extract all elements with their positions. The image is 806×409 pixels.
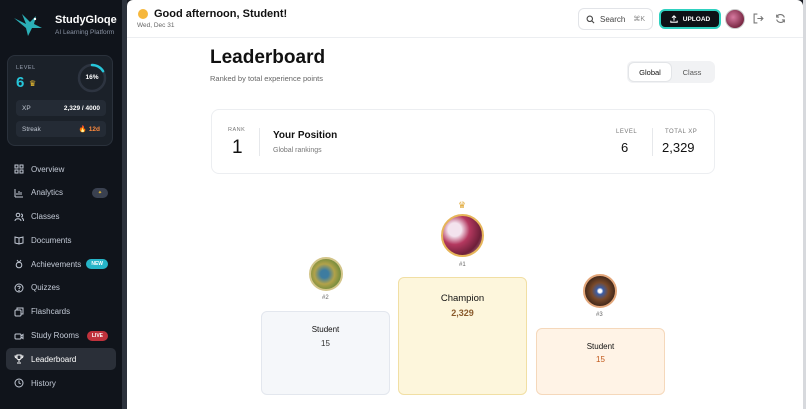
medal-icon — [13, 259, 24, 270]
second-place-name: Student — [311, 325, 340, 334]
sidebar-item-label: Analytics — [31, 188, 64, 198]
brand-name: StudyGloqe — [55, 14, 117, 26]
streak-label: Streak — [22, 125, 41, 133]
sidebar-item-label: Flashcards — [31, 307, 71, 317]
video-icon — [13, 330, 24, 341]
users-icon — [13, 211, 24, 222]
level-progress-text: 16% — [85, 74, 99, 81]
ai-badge: ✦ — [92, 187, 108, 198]
third-place-xp: 15 — [596, 355, 605, 364]
xp-row: XP 2,329 / 4000 — [16, 100, 106, 116]
sidebar-item-label: Quizzes — [31, 283, 60, 293]
streak-row: Streak 🔥 12d — [16, 121, 106, 137]
crown-icon: ♛ — [29, 79, 37, 88]
xp-value: 2,329 / 4000 — [63, 104, 100, 112]
user-avatar[interactable] — [725, 9, 745, 29]
chart-icon — [13, 187, 24, 198]
sidebar-item-study-rooms[interactable]: Study Rooms LIVE — [6, 325, 116, 347]
rank-label: RANK — [228, 127, 246, 133]
second-place-avatar[interactable] — [309, 257, 343, 291]
sun-emoji-icon — [138, 9, 148, 19]
grid-icon — [13, 164, 24, 175]
total-xp-label: TOTAL XP — [665, 129, 698, 135]
top-bar: Good afternoon, Student! Wed, Dec 31 Sea… — [127, 0, 803, 38]
scope-toggle: Global Class — [627, 61, 715, 83]
sidebar-item-label: History — [31, 378, 56, 388]
search-label: Search — [600, 14, 626, 24]
sidebar-item-label: Classes — [31, 212, 60, 222]
new-badge: NEW — [86, 259, 108, 270]
first-place-rank: #1 — [459, 262, 466, 268]
third-place-name: Student — [586, 342, 615, 351]
sidebar-item-label: Study Rooms — [31, 331, 80, 341]
second-place-xp: 15 — [321, 339, 330, 348]
rank-value: 1 — [232, 137, 243, 158]
third-place-avatar[interactable] — [583, 274, 617, 308]
current-date: Wed, Dec 31 — [137, 22, 175, 29]
sidebar-item-label: Leaderboard — [31, 354, 77, 364]
cards-icon — [13, 306, 24, 317]
sidebar-item-flashcards[interactable]: Flashcards — [6, 301, 116, 323]
sidebar-item-label: Documents — [31, 235, 72, 245]
sidebar-item-history[interactable]: History — [6, 372, 116, 394]
sidebar-item-documents[interactable]: Documents — [6, 229, 116, 251]
upload-icon — [670, 15, 678, 23]
refresh-icon[interactable] — [775, 13, 786, 24]
first-place-name: Champion — [440, 293, 485, 304]
sidebar-item-label: Overview — [31, 164, 65, 174]
first-place-xp: 2,329 — [451, 308, 474, 318]
streak-value: 🔥 12d — [78, 126, 100, 133]
sidebar-item-analytics[interactable]: Analytics ✦ — [6, 182, 116, 204]
live-badge: LIVE — [86, 330, 108, 341]
sidebar-item-label: Achievements — [31, 259, 82, 269]
second-place-rank: #2 — [322, 295, 329, 301]
search-shortcut: ⌘K — [633, 16, 646, 23]
crown-icon: ♛ — [458, 200, 467, 210]
sidebar-item-leaderboard[interactable]: Leaderboard — [6, 348, 116, 371]
tab-class[interactable]: Class — [671, 63, 713, 81]
sidebar-item-overview[interactable]: Overview — [6, 158, 116, 180]
second-place-podium[interactable]: Student 15 — [261, 311, 390, 395]
level-label: LEVEL — [616, 129, 638, 135]
upload-label: UPLOAD — [682, 15, 711, 23]
position-title: Your Position — [273, 130, 338, 141]
first-place-avatar[interactable] — [441, 214, 484, 257]
main-content: Good afternoon, Student! Wed, Dec 31 Sea… — [127, 0, 803, 409]
help-circle-icon — [13, 282, 24, 293]
brand[interactable]: StudyGloqe AI Learning Platform — [12, 10, 117, 40]
sidebar-item-quizzes[interactable]: Quizzes — [6, 277, 116, 299]
third-place-rank: #3 — [596, 312, 603, 318]
first-place-podium[interactable]: Champion 2,329 — [398, 277, 527, 395]
search-button[interactable]: Search ⌘K — [578, 8, 653, 30]
page-subtitle: Ranked by total experience points — [210, 74, 323, 83]
greeting-text: Good afternoon, Student! — [154, 8, 288, 20]
total-xp-value: 2,329 — [662, 140, 695, 155]
book-icon — [13, 235, 24, 246]
divider — [259, 128, 260, 156]
level-number: 6 — [16, 74, 25, 91]
tab-global[interactable]: Global — [629, 63, 671, 81]
hummingbird-logo-icon — [14, 14, 42, 36]
sidebar-item-classes[interactable]: Classes — [6, 206, 116, 228]
level-value: 6 — [621, 140, 629, 155]
sidebar: StudyGloqe AI Learning Platform LEVEL 6 … — [0, 0, 126, 409]
flame-icon: 🔥 — [78, 126, 87, 133]
sidebar-nav: Overview Analytics ✦ Classes Documents A… — [6, 158, 116, 396]
position-subtitle: Global rankings — [273, 147, 322, 154]
page-title: Leaderboard — [210, 47, 326, 68]
divider — [652, 128, 653, 156]
greeting: Good afternoon, Student! — [138, 8, 287, 20]
upload-button[interactable]: UPLOAD — [659, 9, 721, 29]
clock-icon — [13, 378, 24, 389]
xp-label: XP — [22, 104, 31, 112]
third-place-podium[interactable]: Student 15 — [536, 328, 665, 395]
brand-tagline: AI Learning Platform — [55, 29, 115, 36]
level-card: LEVEL 6 ♛ 16% XP 2,329 / 4000 Streak 🔥 1… — [7, 55, 113, 146]
trophy-icon — [13, 354, 24, 365]
level-label: LEVEL — [16, 65, 36, 71]
sidebar-item-achievements[interactable]: Achievements NEW — [6, 253, 116, 275]
logout-icon[interactable] — [753, 13, 764, 24]
search-icon — [586, 15, 595, 23]
your-position-card: RANK 1 Your Position Global rankings LEV… — [211, 109, 715, 174]
